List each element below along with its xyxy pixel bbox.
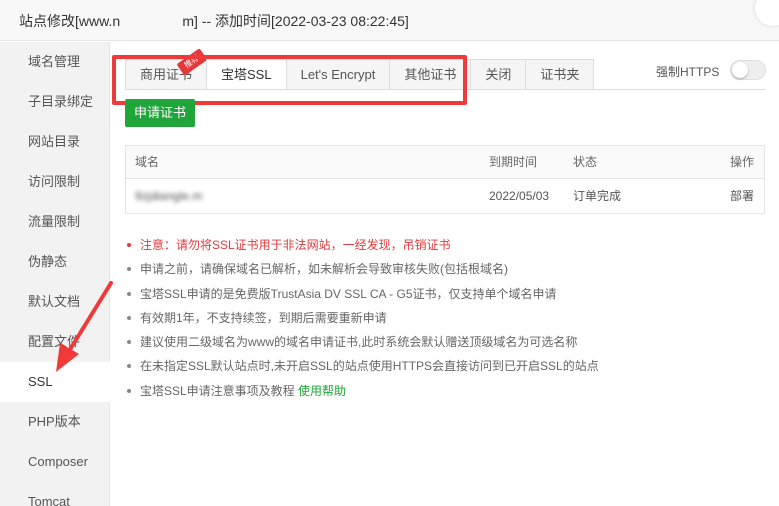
cert-table: 域名 到期时间 状态 操作 9zjdiangle.m 2022/05/03 订单… bbox=[125, 145, 765, 214]
ssl-panel: 商用证书 推荐 宝塔SSL Let's Encrypt 其他证书 关闭 证书夹 … bbox=[110, 42, 779, 506]
tab-lets-encrypt[interactable]: Let's Encrypt bbox=[285, 59, 390, 90]
sidebar-item-site-dir[interactable]: 网站目录 bbox=[0, 122, 110, 162]
tab-other-cert[interactable]: 其他证书 bbox=[389, 59, 471, 90]
tab-bt-ssl[interactable]: 宝塔SSL bbox=[206, 59, 286, 90]
header-domain: 域名 bbox=[135, 155, 160, 169]
note-item: 宝塔SSL申请的是免费版TrustAsia DV SSL CA - G5证书，仅… bbox=[125, 282, 775, 306]
tab-label: 其他证书 bbox=[404, 67, 457, 82]
close-button[interactable] bbox=[755, 0, 779, 26]
sidebar-item-composer[interactable]: Composer bbox=[0, 442, 110, 482]
notes-list: 注意：请勿将SSL证书用于非法网站，一经发现，吊销证书 申请之前，请确保域名已解… bbox=[125, 233, 775, 403]
tab-close[interactable]: 关闭 bbox=[470, 59, 526, 90]
tab-label: 关闭 bbox=[485, 67, 512, 82]
tab-label: Let's Encrypt bbox=[300, 67, 376, 82]
help-link[interactable]: 使用帮助 bbox=[298, 384, 346, 398]
help-text: 宝塔SSL申请注意事项及教程 bbox=[140, 383, 295, 398]
note-item: 申请之前，请确保域名已解析，如未解析会导致审核失败(包括根域名) bbox=[125, 257, 775, 281]
sidebar-item-traffic-limit[interactable]: 流量限制 bbox=[0, 202, 110, 242]
header-action: 操作 bbox=[729, 155, 754, 169]
force-https-toggle[interactable] bbox=[730, 60, 766, 80]
note-item: 有效期1年，不支持续签，到期后需要重新申请 bbox=[125, 306, 775, 330]
note-warning: 注意：请勿将SSL证书用于非法网站，一经发现，吊销证书 bbox=[125, 233, 775, 257]
note-item: 在未指定SSL默认站点时,未开启SSL的站点使用HTTPS会直接访问到已开启SS… bbox=[125, 354, 775, 378]
window-title: 站点修改[www.n m] -- 添加时间[2022-03-23 08:22:4… bbox=[19, 13, 409, 29]
sidebar-item-php[interactable]: PHP版本 bbox=[0, 402, 110, 442]
tab-commercial-cert[interactable]: 商用证书 推荐 bbox=[125, 48, 208, 90]
ssl-tabs: 商用证书 推荐 宝塔SSL Let's Encrypt 其他证书 关闭 证书夹 bbox=[125, 48, 595, 90]
sidebar-item-domain[interactable]: 域名管理 bbox=[0, 42, 110, 82]
toggle-knob bbox=[732, 62, 748, 78]
sidebar-item-subdir[interactable]: 子目录绑定 bbox=[0, 82, 110, 122]
sidebar-item-tomcat[interactable]: Tomcat bbox=[0, 482, 110, 506]
deploy-link[interactable]: 部署 bbox=[730, 179, 754, 213]
row-domain: 9zjdiangle.m bbox=[135, 189, 203, 203]
row-status: 订单完成 bbox=[573, 189, 622, 203]
sidebar-item-ssl[interactable]: SSL bbox=[0, 362, 111, 402]
tab-label: 宝塔SSL bbox=[221, 67, 272, 82]
force-https-label: 强制HTTPS bbox=[656, 65, 720, 79]
sidebar: 域名管理 子目录绑定 网站目录 访问限制 流量限制 伪静态 默认文档 配置文件 … bbox=[0, 42, 111, 506]
table-row: 9zjdiangle.m 2022/05/03 订单完成 部署 bbox=[126, 179, 764, 213]
window-titlebar: 站点修改[www.n m] -- 添加时间[2022-03-23 08:22:4… bbox=[0, 0, 779, 41]
note-item: 建议使用二级域名为www的域名申请证书,此时系统会默认赠送顶级域名为可选名称 bbox=[125, 330, 775, 354]
header-status: 状态 bbox=[573, 155, 598, 169]
apply-cert-button[interactable]: 申请证书 bbox=[125, 99, 195, 127]
tabs-divider bbox=[125, 89, 765, 90]
sidebar-item-default-doc[interactable]: 默认文档 bbox=[0, 282, 110, 322]
tab-cert-folder[interactable]: 证书夹 bbox=[525, 59, 595, 90]
table-header: 域名 到期时间 状态 操作 bbox=[126, 146, 764, 179]
sidebar-item-config[interactable]: 配置文件 bbox=[0, 322, 110, 362]
row-expire: 2022/05/03 bbox=[489, 189, 550, 203]
note-help: 宝塔SSL申请注意事项及教程 使用帮助 bbox=[125, 379, 775, 403]
tab-label: 证书夹 bbox=[540, 67, 580, 82]
header-expire: 到期时间 bbox=[489, 155, 538, 169]
sidebar-item-access-limit[interactable]: 访问限制 bbox=[0, 162, 110, 202]
sidebar-item-rewrite[interactable]: 伪静态 bbox=[0, 242, 110, 282]
